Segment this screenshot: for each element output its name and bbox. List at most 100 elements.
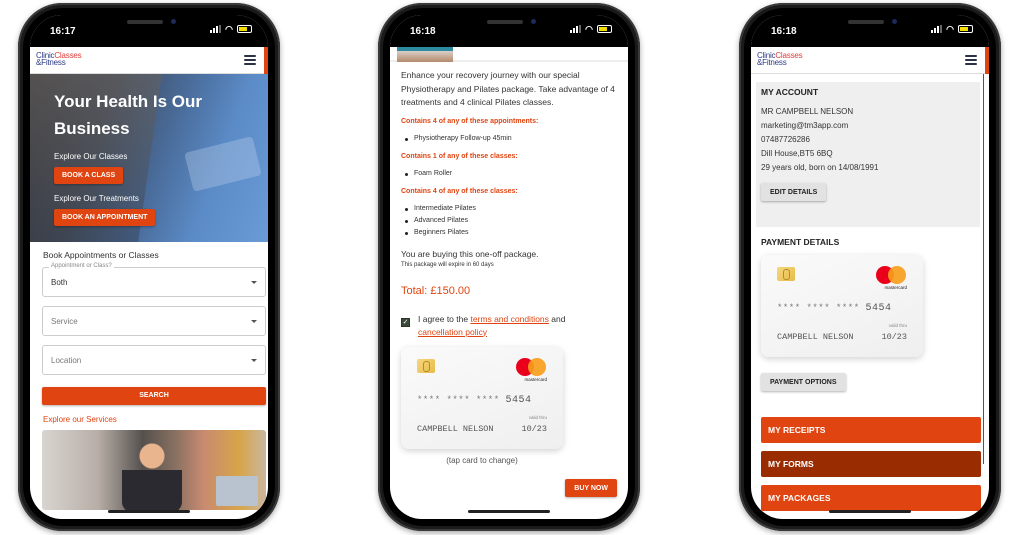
status-bar: 16:17 ◠	[30, 15, 268, 47]
hamburger-icon[interactable]	[965, 55, 977, 65]
valid-thru-label: valid thru	[528, 414, 547, 420]
payment-card[interactable]: mastercard **** **** **** 5454 valid thr…	[401, 346, 563, 449]
package-intro: Enhance your recovery journey with our s…	[401, 70, 615, 107]
battery-icon	[958, 25, 973, 33]
screen: 16:18 ◠ ClinicClasses &Fitness MY ACCOUN…	[751, 15, 989, 519]
package-details: Enhance your recovery journey with our s…	[390, 69, 628, 465]
buying-text: You are buying this one-off package.	[401, 248, 539, 259]
group-list: Intermediate Pilates Advanced Pilates Be…	[401, 203, 617, 239]
list-item: Advanced Pilates	[401, 215, 617, 227]
page-content: Enhance your recovery journey with our s…	[390, 47, 628, 519]
expire-text: This package will expire in 60 days	[401, 261, 494, 268]
battery-icon	[237, 25, 252, 33]
location-select[interactable]: Location	[42, 345, 266, 375]
account-heading: MY ACCOUNT	[761, 87, 819, 97]
card-expiry: 10/23	[521, 423, 547, 434]
cancellation-policy-link[interactable]: cancellation policy	[418, 327, 487, 337]
account-name: MR CAMPBELL NELSON	[761, 107, 854, 116]
hero-banner: Your Health Is Our Business Explore Our …	[30, 74, 268, 242]
card-brand: mastercard	[524, 376, 547, 382]
hero-title: Your Health Is Our Business	[54, 92, 202, 138]
card-expiry: 10/23	[881, 332, 907, 342]
booking-form: Book Appointments or Classes Appointment…	[30, 242, 268, 510]
speaker-notch	[487, 20, 523, 24]
payment-card[interactable]: mastercard **** **** **** 5454 valid thr…	[761, 255, 923, 357]
treatments-label: Explore Our Treatments	[54, 194, 139, 203]
list-item: Foam Roller	[401, 168, 617, 180]
status-time: 16:18	[410, 26, 436, 37]
service-image[interactable]	[42, 429, 266, 510]
speaker-notch	[848, 20, 884, 24]
logo[interactable]: ClinicClasses &Fitness	[36, 52, 82, 67]
card-number: **** **** **** 5454	[417, 394, 532, 406]
chevron-down-icon	[251, 320, 257, 323]
site-header: ClinicClasses &Fitness	[30, 47, 268, 74]
my-receipts-button[interactable]: MY RECEIPTS	[761, 417, 981, 443]
chevron-down-icon	[251, 281, 257, 284]
site-header: ClinicClasses &Fitness	[751, 47, 989, 74]
status-time: 16:18	[771, 26, 797, 37]
wifi-icon: ◠	[225, 24, 233, 34]
page-content: ClinicClasses &Fitness Your Health Is Ou…	[30, 47, 268, 519]
group-list: Foam Roller	[401, 168, 617, 180]
account-address: Dill House,BT5 6BQ	[761, 149, 833, 158]
scroll-indicator	[264, 47, 268, 74]
card-holder: CAMPBELL NELSON	[417, 423, 494, 434]
scrollbar[interactable]	[983, 74, 984, 464]
group-heading: Contains 4 of any of these appointments:	[401, 117, 539, 125]
service-select[interactable]: Service	[42, 306, 266, 336]
screen: 16:18 ◠ Enhance your recovery journey wi…	[390, 15, 628, 519]
my-packages-button[interactable]: MY PACKAGES	[761, 485, 981, 511]
type-select-value: Both	[51, 278, 68, 287]
valid-thru-label: valid thru	[888, 323, 907, 328]
home-indicator	[108, 510, 190, 513]
signal-icon	[570, 25, 582, 33]
card-holder: CAMPBELL NELSON	[777, 332, 854, 342]
camera-icon	[892, 19, 897, 24]
card-number: **** **** **** 5454	[777, 303, 892, 314]
account-email: marketing@tm3app.com	[761, 121, 849, 130]
terms-agreement: ✓ I agree to the terms and conditions an…	[401, 313, 566, 337]
list-item: Beginners Pilates	[401, 227, 617, 239]
signal-icon	[931, 25, 943, 33]
page-content: ClinicClasses &Fitness MY ACCOUNT MR CAM…	[751, 47, 989, 519]
type-select-legend: Appointment or Class?	[49, 263, 114, 269]
book-class-button[interactable]: BOOK A CLASS	[54, 167, 124, 184]
card-chip-icon	[777, 267, 795, 281]
list-item: Physiotherapy Follow-up 45min	[401, 133, 617, 145]
status-bar: 16:18 ◠	[751, 15, 989, 47]
wifi-icon: ◠	[585, 24, 593, 34]
buy-now-button[interactable]: BUY NOW	[565, 479, 617, 497]
location-placeholder: Location	[51, 356, 82, 365]
chevron-down-icon	[251, 359, 257, 362]
signal-icon	[210, 25, 222, 33]
camera-icon	[171, 19, 176, 24]
my-forms-button[interactable]: MY FORMS	[761, 451, 981, 477]
card-brand: mastercard	[884, 285, 907, 290]
edit-details-button[interactable]: EDIT DETAILS	[761, 183, 827, 201]
hamburger-icon[interactable]	[244, 55, 256, 65]
account-panel: MY ACCOUNT MR CAMPBELL NELSON marketing@…	[756, 82, 980, 227]
explore-services-link[interactable]: Explore our Services	[43, 415, 266, 424]
scroll-indicator	[985, 47, 989, 74]
home-indicator	[468, 510, 550, 513]
battery-icon	[597, 25, 612, 33]
logo[interactable]: ClinicClasses &Fitness	[757, 52, 803, 67]
book-appointment-button[interactable]: BOOK AN APPOINTMENT	[54, 209, 156, 226]
phone-home: 16:17 ◠ ClinicClasses &Fitness Your Heal…	[18, 3, 280, 531]
booking-title: Book Appointments or Classes	[43, 250, 159, 260]
camera-icon	[531, 19, 536, 24]
account-phone: 07487726286	[761, 135, 810, 144]
phone-package-checkout: 16:18 ◠ Enhance your recovery journey wi…	[378, 3, 640, 531]
wifi-icon: ◠	[946, 24, 954, 34]
search-button[interactable]: SEARCH	[42, 386, 266, 405]
terms-checkbox[interactable]: ✓	[401, 317, 410, 327]
service-placeholder: Service	[51, 317, 78, 326]
group-heading: Contains 4 of any of these classes:	[401, 187, 518, 195]
total-price: Total: £150.00	[401, 284, 471, 297]
terms-link[interactable]: terms and conditions	[470, 314, 548, 324]
package-thumbnail	[397, 47, 453, 62]
type-select[interactable]: Appointment or Class? Both	[42, 263, 266, 297]
group-list: Physiotherapy Follow-up 45min	[401, 133, 617, 145]
payment-options-button[interactable]: PAYMENT OPTIONS	[761, 373, 846, 391]
